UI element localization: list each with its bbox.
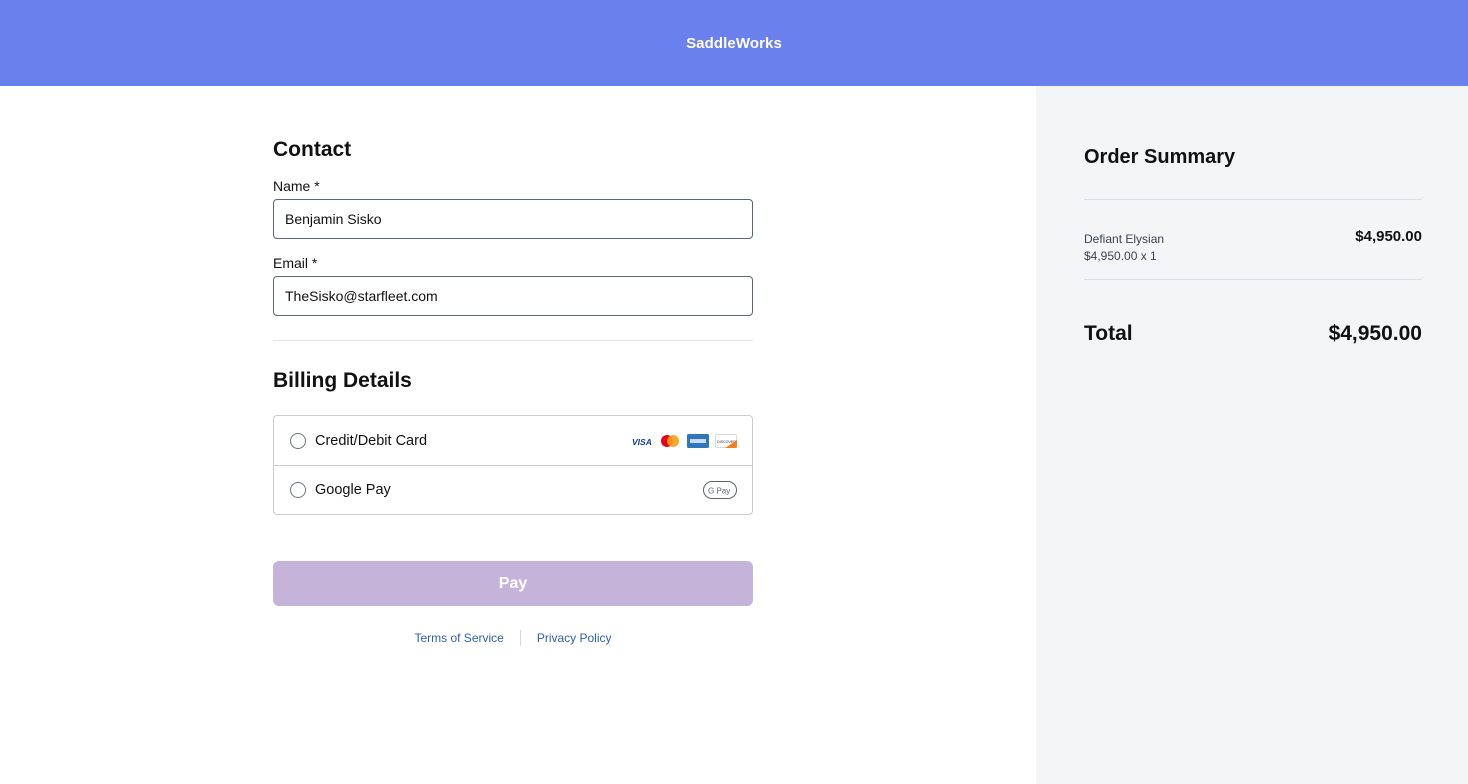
terms-of-service-link[interactable]: Terms of Service — [414, 631, 503, 645]
payment-option-label: Google Pay — [315, 482, 391, 498]
top-header: SaddleWorks — [0, 0, 1468, 86]
checkout-form: Contact Name * Benjamin Sisko Email * Th… — [273, 138, 753, 646]
footer-links: Terms of Service Privacy Policy — [273, 630, 753, 646]
line-item-price: $4,950.00 — [1355, 228, 1422, 245]
line-item-name: Defiant Elysian — [1084, 232, 1165, 246]
order-summary-title: Order Summary — [1084, 146, 1236, 168]
total-label: Total — [1084, 322, 1133, 345]
order-summary: Order Summary Defiant Elysian $4,950.00 … — [1084, 146, 1422, 346]
order-summary-panel: Order Summary Defiant Elysian $4,950.00 … — [1036, 86, 1468, 784]
payment-option-card[interactable]: Credit/Debit Card VISA DISCOVER — [274, 416, 752, 465]
section-divider — [273, 340, 753, 341]
order-total: Total $4,950.00 — [1084, 322, 1422, 346]
svg-text:G Pay: G Pay — [708, 487, 730, 496]
email-label: Email * — [273, 255, 318, 271]
privacy-policy-link[interactable]: Privacy Policy — [537, 631, 612, 645]
name-label: Name * — [273, 178, 320, 194]
link-separator — [519, 630, 521, 646]
line-item-info: Defiant Elysian $4,950.00 x 1 — [1084, 232, 1164, 263]
payment-method-list: Credit/Debit Card VISA DISCOVER Google P… — [273, 415, 753, 515]
visa-icon: VISA — [632, 437, 652, 447]
billing-heading: Billing Details — [273, 369, 412, 392]
name-field[interactable]: Benjamin Sisko — [273, 199, 753, 239]
mastercard-icon — [661, 434, 679, 447]
discover-icon: DISCOVER — [715, 433, 737, 448]
payment-option-label: Credit/Debit Card — [315, 432, 428, 449]
line-item-detail: $4,950.00 x 1 — [1084, 249, 1157, 263]
payment-option-google-pay[interactable]: Google Pay G Pay — [274, 465, 752, 514]
svg-text:VISA: VISA — [632, 437, 652, 447]
contact-heading: Contact — [273, 138, 352, 161]
brand-name: SaddleWorks — [686, 34, 782, 52]
pay-button[interactable]: Pay — [273, 561, 753, 606]
name-field-value: Benjamin Sisko — [285, 211, 382, 227]
checkout-main: Contact Name * Benjamin Sisko Email * Th… — [0, 86, 1036, 784]
google-pay-logo: G Pay — [703, 481, 737, 499]
card-radio[interactable] — [290, 432, 306, 449]
total-value: $4,950.00 — [1328, 322, 1422, 345]
email-field[interactable]: TheSisko@starfleet.com — [273, 276, 753, 316]
card-logos: VISA DISCOVER — [631, 433, 737, 448]
line-item: Defiant Elysian $4,950.00 x 1 $4,950.00 — [1084, 200, 1422, 279]
email-field-value: TheSisko@starfleet.com — [285, 288, 438, 304]
amex-icon — [687, 433, 709, 448]
google-pay-icon: G Pay — [703, 481, 737, 499]
google-pay-radio[interactable] — [290, 482, 306, 498]
summary-divider — [1084, 279, 1422, 280]
